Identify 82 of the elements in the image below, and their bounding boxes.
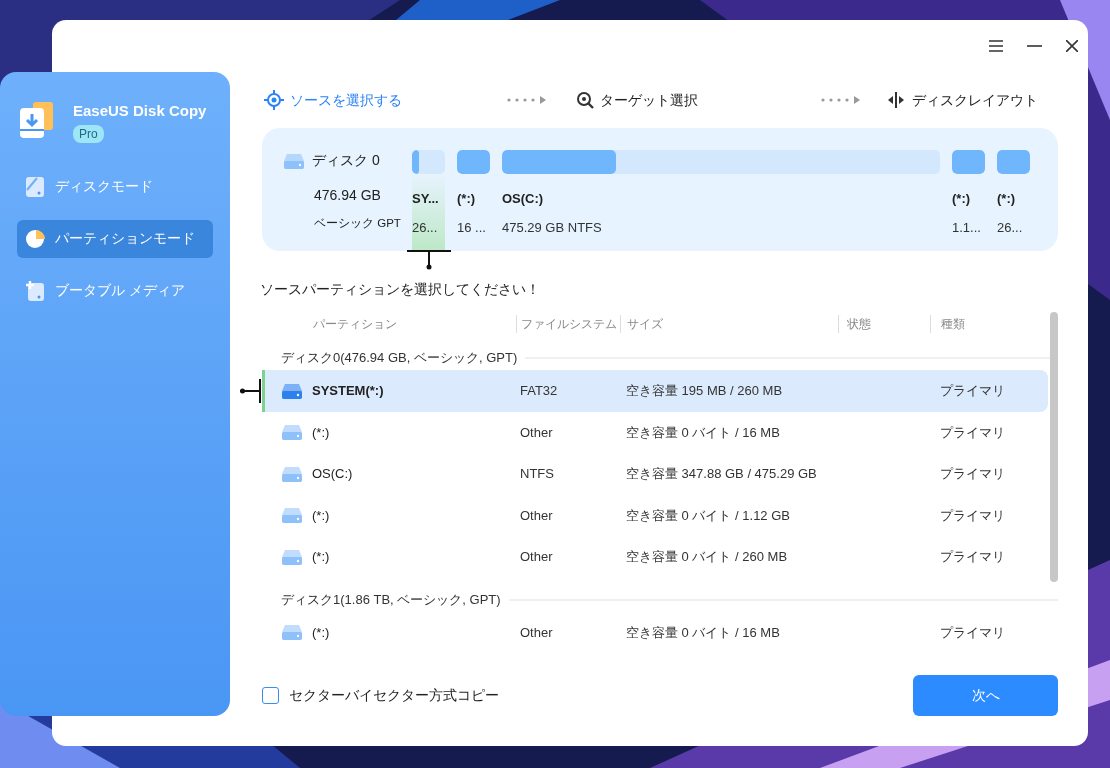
magnifier-icon	[576, 91, 594, 109]
partition-name: SYSTEM(*:)	[312, 382, 384, 400]
size-text: 空き容量 0 バイト / 1.12 GB	[626, 507, 790, 523]
type-text: プライマリ	[940, 466, 1005, 482]
disk-size: 476.94 GB	[314, 186, 382, 205]
partition-name: (*:)	[312, 623, 330, 642]
table-row[interactable]: (*:) Other 空き容量 0 バイト / 16 MB プライマリ	[262, 611, 1048, 653]
partition-size: 475.29 GB NTFS	[502, 219, 602, 237]
edition-badge: Pro	[73, 124, 104, 143]
filesystem-text: FAT32	[520, 383, 558, 399]
target-icon	[264, 90, 284, 110]
drive-icon	[282, 465, 302, 482]
type-text: プライマリ	[940, 383, 1005, 399]
partition-bar[interactable]	[502, 150, 940, 174]
partition-name: (*:)	[312, 506, 330, 525]
column-header: サイズ	[620, 315, 838, 333]
close-icon[interactable]	[1066, 40, 1078, 52]
step-tab[interactable]: ターゲット選択	[576, 89, 698, 111]
type-text: プライマリ	[940, 507, 1005, 523]
size-text: 空き容量 0 バイト / 16 MB	[626, 624, 780, 640]
filesystem-text: Other	[520, 624, 553, 640]
partition-size: 1.1...	[952, 219, 981, 237]
partition-bar[interactable]	[412, 150, 445, 174]
partition-name: OS(C:)	[312, 465, 353, 483]
drive-icon	[282, 548, 302, 565]
group-title: ディスク0(476.94 GB, ベーシック, GPT)	[281, 349, 518, 368]
drive-icon	[284, 152, 304, 169]
split-icon	[886, 92, 906, 108]
scrollbar-thumb[interactable]	[1050, 312, 1058, 582]
leader-line	[240, 378, 262, 404]
dotted-arrow-icon	[820, 96, 860, 104]
column-header: 種類	[930, 315, 1048, 333]
drive-icon	[282, 624, 302, 641]
disk-type: ベーシック GPT	[314, 216, 401, 231]
table-row[interactable]: OS(C:) NTFS 空き容量 347.88 GB / 475.29 GB プライマリ	[262, 453, 1048, 495]
dotted-arrow-icon	[506, 96, 546, 104]
drive-icon	[282, 382, 302, 399]
partition-label: (*:)	[997, 190, 1016, 208]
filesystem-text: Other	[520, 549, 553, 565]
size-text: 空き容量 0 バイト / 16 MB	[626, 424, 780, 440]
filesystem-text: Other	[520, 424, 553, 440]
partition-label: OS(C:)	[502, 190, 544, 208]
table-row[interactable]: (*:) Other 空き容量 0 バイト / 260 MB プライマリ	[262, 536, 1048, 578]
column-header: 状態	[838, 315, 930, 333]
size-text: 空き容量 347.88 GB / 475.29 GB	[626, 466, 817, 482]
partition-size: 26...	[412, 219, 438, 237]
filesystem-text: NTFS	[520, 466, 554, 482]
partition-size: 16 ...	[457, 219, 486, 237]
type-text: プライマリ	[940, 424, 1005, 440]
step-tab[interactable]: ディスクレイアウト	[886, 89, 1038, 111]
app-name: EaseUS Disk Copy	[73, 101, 207, 121]
partition-bar[interactable]	[457, 150, 490, 174]
type-text: プライマリ	[940, 549, 1005, 565]
checkbox[interactable]	[262, 686, 279, 704]
pie-chart-icon	[25, 227, 45, 250]
partition-name: (*:)	[312, 548, 330, 566]
size-text: 空き容量 195 MB / 260 MB	[626, 383, 783, 399]
drive-icon	[282, 507, 302, 524]
table-row[interactable]: (*:) Other 空き容量 0 バイト / 1.12 GB プライマリ	[262, 494, 1048, 536]
leader-line	[406, 250, 452, 270]
filesystem-text: Other	[520, 507, 553, 523]
sidebar-item[interactable]: パーティションモード	[17, 219, 213, 258]
partition-label: SY...	[412, 190, 439, 208]
partition-bar[interactable]	[952, 150, 985, 174]
checkbox-label: セクターバイセクター方式コピー	[289, 685, 499, 705]
column-header: パーティション	[312, 316, 398, 333]
size-text: 空き容量 0 バイト / 260 MB	[626, 549, 788, 565]
partition-label: (*:)	[457, 190, 476, 208]
partition-label: (*:)	[952, 190, 971, 208]
partition-bar[interactable]	[997, 150, 1030, 174]
table-row[interactable]: (*:) Other 空き容量 0 バイト / 16 MB プライマリ	[262, 411, 1048, 453]
disk-plus-icon	[25, 279, 45, 302]
prompt-text: ソースパーティションを選択してください！	[260, 280, 541, 299]
partition-name: (*:)	[312, 423, 330, 442]
group-title: ディスク1(1.86 TB, ベーシック, GPT)	[281, 590, 501, 609]
column-header: ファイルシステム	[516, 315, 620, 333]
menu-icon[interactable]	[989, 40, 1003, 52]
disk-name: ディスク 0	[312, 151, 380, 170]
partition-size: 26...	[997, 219, 1023, 237]
step-tab[interactable]: ソースを選択する	[264, 89, 402, 111]
type-text: プライマリ	[940, 624, 1005, 640]
drive-icon	[282, 424, 302, 441]
